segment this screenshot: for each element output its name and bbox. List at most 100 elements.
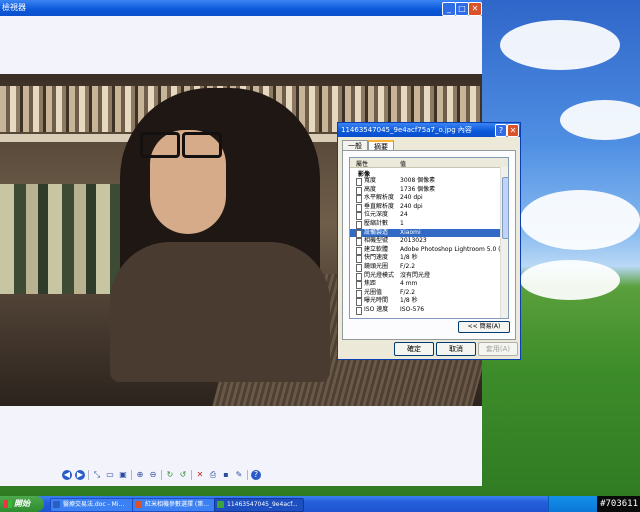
property-row[interactable]: 寬度 3008 個像素 <box>350 177 508 186</box>
next-icon[interactable]: ▶ <box>75 470 85 480</box>
cloud <box>560 100 640 140</box>
taskbar: 開始 醫療交易法.doc - Mi... 紅米相機參數選擇 (第... 1146… <box>0 496 640 512</box>
system-tray: #703611 <box>548 496 640 512</box>
property-name: 建立軟體 <box>364 245 389 253</box>
property-value: 240 dpi <box>400 202 423 210</box>
windows-logo-icon <box>4 500 12 508</box>
dialog-close-button[interactable]: ✕ <box>507 124 519 137</box>
cloud <box>520 260 620 300</box>
toolbar-separator <box>131 470 132 480</box>
task-image-viewer[interactable]: 11463547045_9e4acf... <box>214 498 304 512</box>
property-value: 1736 個像素 <box>400 185 436 193</box>
dialog-title: 11463547045_9e4acf75a7_o.jpg 內容 <box>341 126 472 134</box>
property-list[interactable]: 屬性 值 影像 寬度 3008 個像素 高度 1736 個像素 水平解析度 240 dpi… <box>349 157 509 319</box>
property-row[interactable]: 快門速度 1/8 秒 <box>350 254 508 264</box>
property-row[interactable]: 高度 1736 個像素 <box>350 185 508 195</box>
simple-view-button[interactable]: << 簡易(A) <box>458 321 510 333</box>
word-icon <box>53 501 60 508</box>
start-label: 開始 <box>14 499 30 508</box>
ok-button[interactable]: 確定 <box>394 342 434 356</box>
apply-button[interactable]: 套用(A) <box>478 342 518 356</box>
toolbar-separator <box>161 470 162 480</box>
property-value: 1/8 秒 <box>400 297 418 305</box>
books-left <box>0 184 130 294</box>
property-name: 水平解析度 <box>364 194 395 202</box>
cloud <box>520 190 640 250</box>
best-fit-icon[interactable]: ⤡ <box>92 470 102 480</box>
list-scrollbar[interactable] <box>500 167 508 318</box>
column-header-property[interactable]: 屬性 <box>356 159 368 168</box>
property-value: 24 <box>400 211 408 219</box>
toolbar-separator <box>88 470 89 480</box>
property-value: 1 <box>400 220 404 227</box>
property-row[interactable]: 焦距 4 mm <box>350 280 508 290</box>
viewer-title: 檢視器 <box>2 3 26 12</box>
property-row[interactable]: 壓縮計數 1 <box>350 220 508 229</box>
maximize-button[interactable]: □ <box>455 2 469 16</box>
zoom-out-icon[interactable]: ⊖ <box>148 470 158 480</box>
property-row[interactable]: 閃光燈模式 沒有閃光燈 <box>350 271 508 281</box>
task-label: 11463547045_9e4acf... <box>227 501 298 508</box>
viewer-toolbar: ◀ ▶ ⤡ ▭ ▣ ⊕ ⊖ ↻ ↺ ✕ ⎙ ▪ ✎ ? <box>62 468 262 482</box>
person-scarf <box>110 242 330 382</box>
viewer-titlebar[interactable]: 檢視器 _ □ ✕ <box>0 0 482 16</box>
property-row[interactable]: 鏡頭光圈 F/2.2 <box>350 263 508 272</box>
column-header-value[interactable]: 值 <box>400 159 406 168</box>
property-value: Xiaomi <box>400 228 421 236</box>
help-button[interactable]: ? <box>495 124 507 137</box>
property-row[interactable]: 位元深度 24 <box>350 211 508 221</box>
property-name: 位元深度 <box>364 211 389 219</box>
property-name: 垂直解析度 <box>364 202 395 210</box>
save-icon[interactable]: ▪ <box>221 470 231 480</box>
property-value: ISO-576 <box>400 306 425 313</box>
dialog-titlebar[interactable]: 11463547045_9e4acf75a7_o.jpg 內容 ? ✕ <box>338 123 520 137</box>
property-row[interactable]: 相機型號 2013023 <box>350 237 508 247</box>
cancel-button[interactable]: 取消 <box>436 342 476 356</box>
property-name: 光圈值 <box>364 288 383 296</box>
property-row[interactable]: 光圈值 F/2.2 <box>350 288 508 298</box>
edit-icon[interactable]: ✎ <box>234 470 244 480</box>
property-row[interactable]: 設備製造 Xiaomi <box>350 228 508 238</box>
toolbar-separator <box>247 470 248 480</box>
property-row[interactable]: ISO 速度 ISO-576 <box>350 306 508 315</box>
property-value: 240 dpi <box>400 194 423 202</box>
close-button[interactable]: ✕ <box>468 2 482 16</box>
previous-icon[interactable]: ◀ <box>62 470 72 480</box>
delete-icon[interactable]: ✕ <box>195 470 205 480</box>
property-value: Adobe Photoshop Lightroom 5.0 (Windo... <box>400 245 508 253</box>
property-row[interactable]: 曝光時間 1/8 秒 <box>350 297 508 307</box>
property-value: 4 mm <box>400 280 418 288</box>
dialog-tabs: 一般 摘要 <box>342 140 394 152</box>
rotate-clockwise-icon[interactable]: ↻ <box>165 470 175 480</box>
property-name: 快門速度 <box>364 254 389 262</box>
summary-panel: 屬性 值 影像 寬度 3008 個像素 高度 1736 個像素 水平解析度 240 dpi… <box>342 150 516 340</box>
list-header: 屬性 值 <box>350 158 508 168</box>
property-row[interactable]: 水平解析度 240 dpi <box>350 194 508 204</box>
property-name: ISO 速度 <box>364 306 389 313</box>
property-name: 閃光燈模式 <box>364 271 395 279</box>
property-row[interactable]: 建立軟體 Adobe Photoshop Lightroom 5.0 (Windo… <box>350 245 508 255</box>
property-name: 曝光時間 <box>364 297 389 305</box>
minimize-button[interactable]: _ <box>442 2 456 16</box>
slideshow-icon[interactable]: ▣ <box>118 470 128 480</box>
browser-icon <box>135 501 142 508</box>
actual-size-icon[interactable]: ▭ <box>105 470 115 480</box>
property-name: 高度 <box>364 185 377 193</box>
scroll-thumb[interactable] <box>502 177 508 239</box>
property-name: 焦距 <box>364 280 377 288</box>
zoom-in-icon[interactable]: ⊕ <box>135 470 145 480</box>
task-word-document[interactable]: 醫療交易法.doc - Mi... <box>50 498 140 512</box>
property-value: 3008 個像素 <box>400 177 436 184</box>
property-row[interactable]: 垂直解析度 240 dpi <box>350 202 508 212</box>
property-value: F/2.2 <box>400 288 416 296</box>
glasses <box>138 132 222 158</box>
start-button[interactable]: 開始 <box>0 496 44 512</box>
help-icon[interactable]: ? <box>251 470 261 480</box>
rotate-counterclockwise-icon[interactable]: ↺ <box>178 470 188 480</box>
task-browser[interactable]: 紅米相機參數選擇 (第... <box>132 498 222 512</box>
property-icon <box>356 307 362 315</box>
print-icon[interactable]: ⎙ <box>208 470 218 480</box>
property-name: 鏡頭光圈 <box>364 263 389 270</box>
property-value: 沒有閃光燈 <box>400 271 431 279</box>
property-name: 寬度 <box>364 177 377 184</box>
